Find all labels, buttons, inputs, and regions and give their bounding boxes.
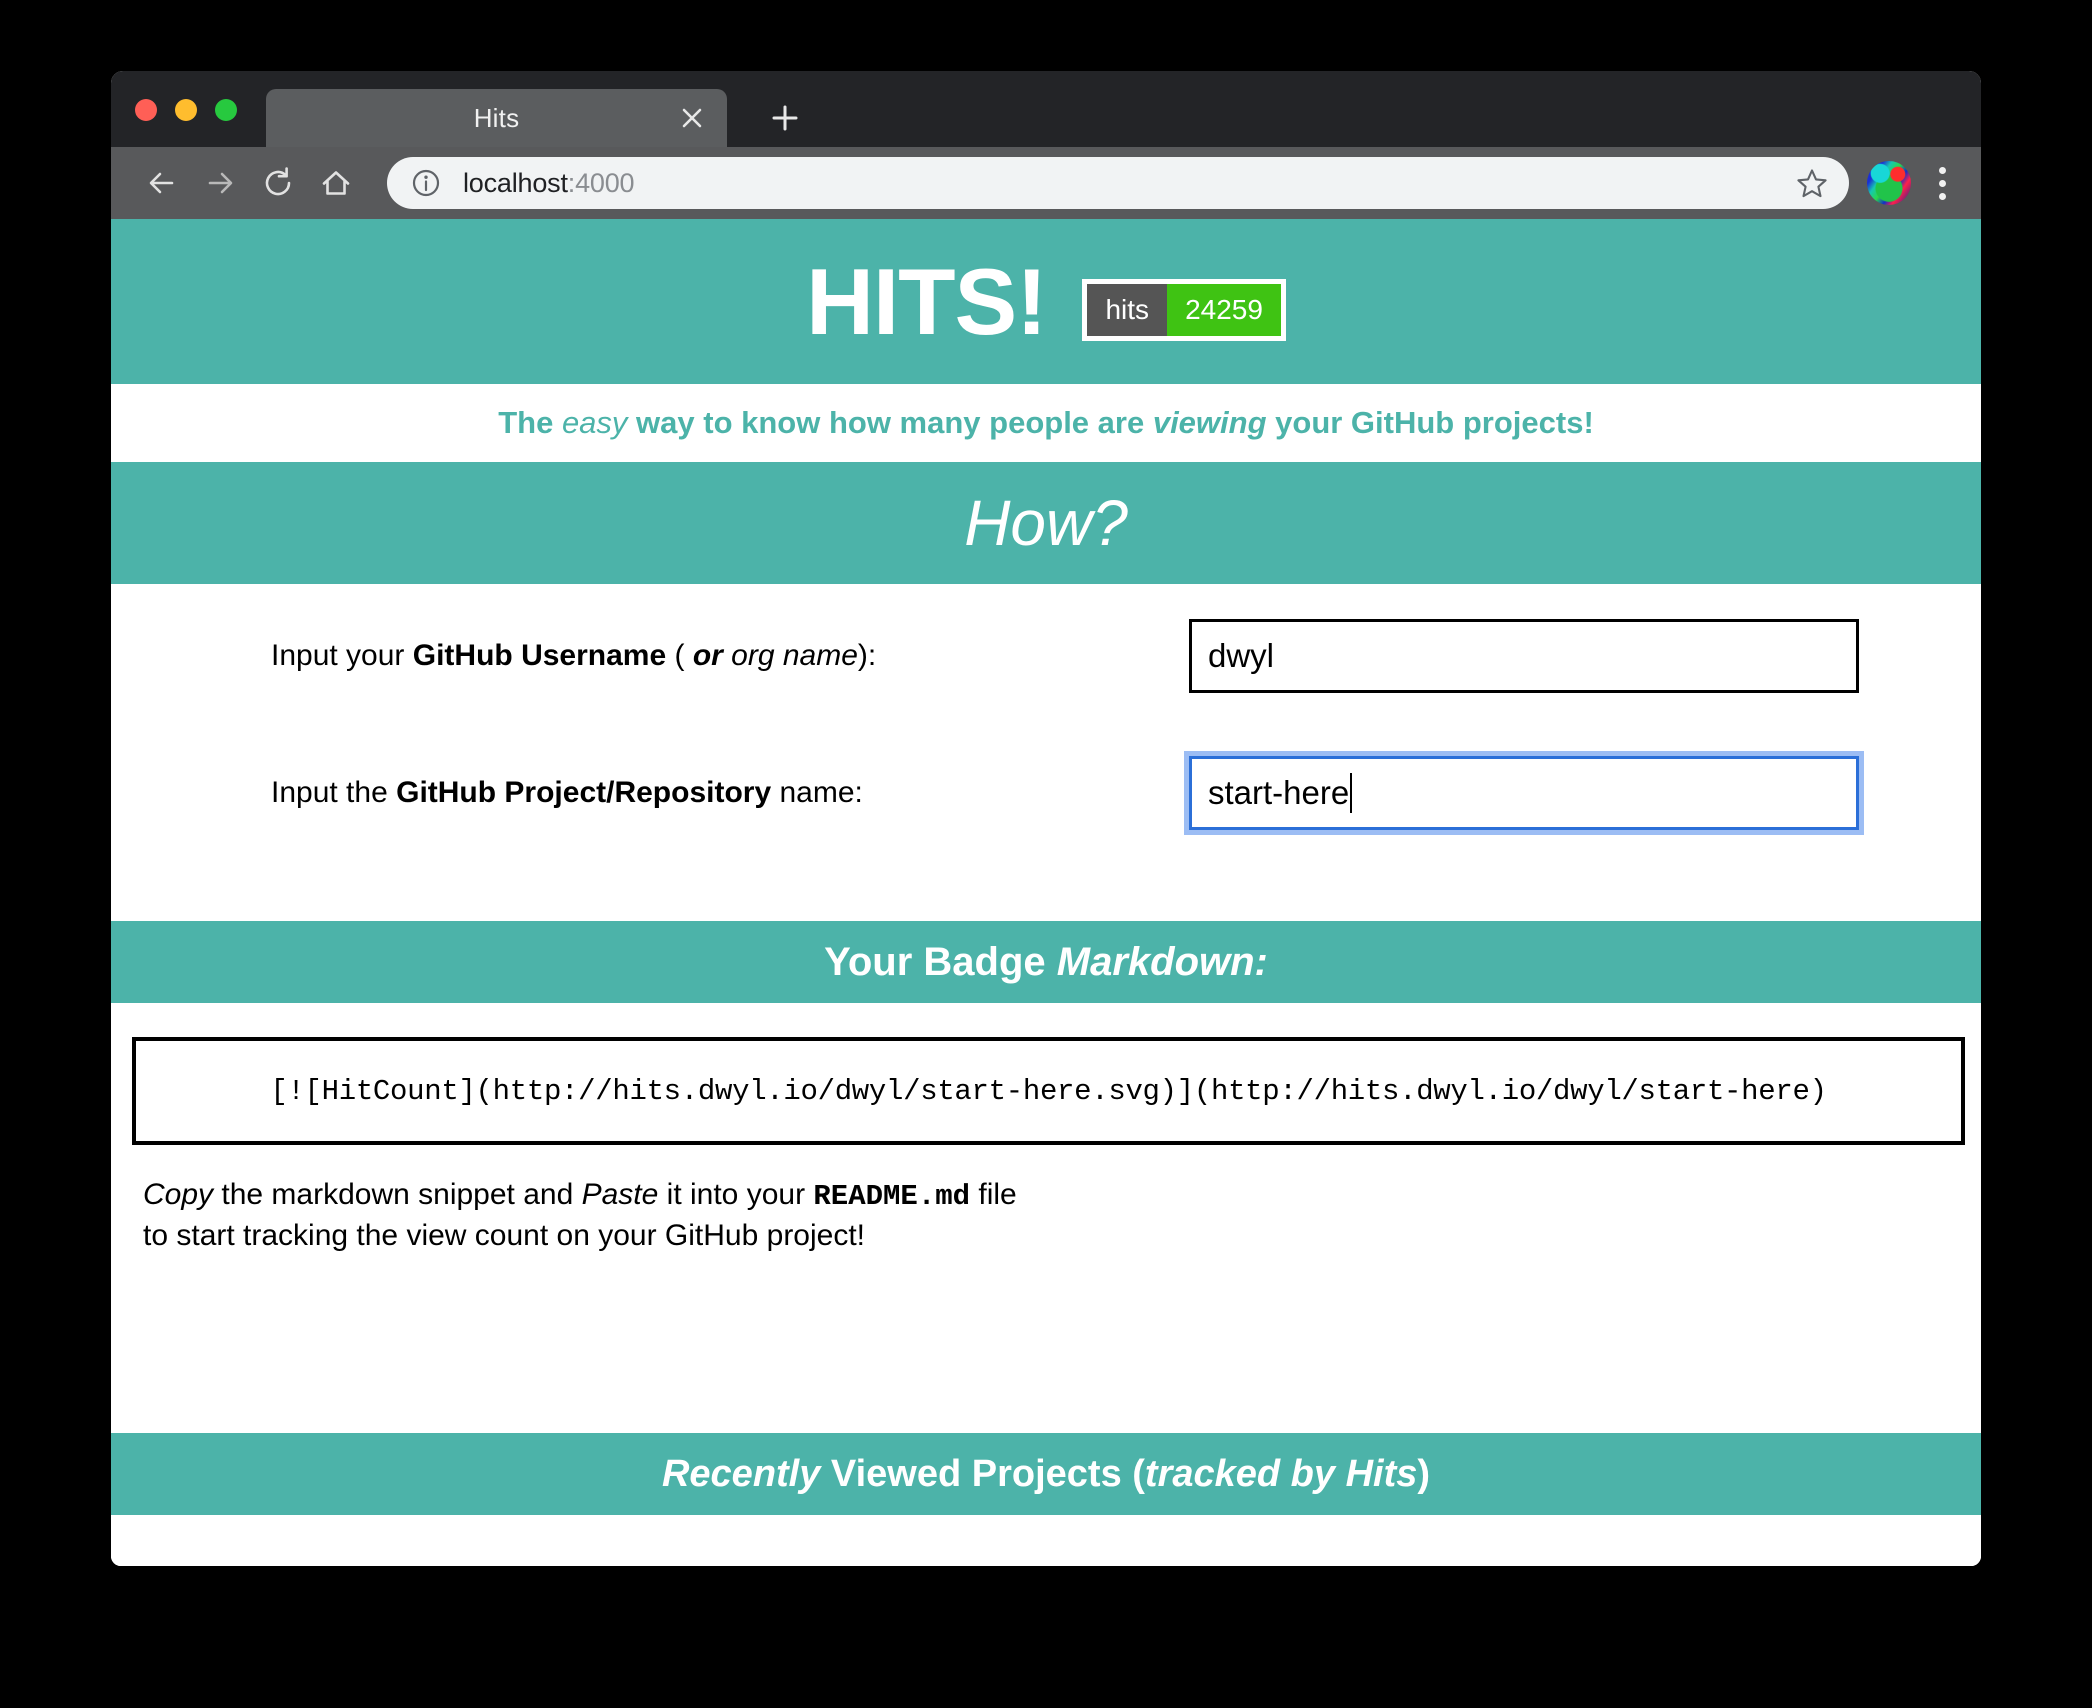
recently-viewed-title: Recently Viewed Projects (tracked by Hit… — [662, 1453, 1430, 1496]
repository-label-bold: GitHub Project/Repository — [396, 776, 772, 809]
repository-label-part-2: name: — [771, 776, 863, 809]
tagline-bolditalic-viewing: viewing — [1152, 405, 1267, 440]
username-label-part-2: ( — [666, 639, 693, 672]
snippet-help-line-1: Copy the markdown snippet and Paste it i… — [143, 1175, 1017, 1216]
reload-icon[interactable] — [249, 154, 307, 212]
tab-title: Hits — [473, 102, 520, 133]
menu-dot — [1938, 179, 1946, 187]
snippet-help-readme-filename: README.md — [813, 1180, 971, 1213]
tagline-band: The easy way to know how many people are… — [111, 384, 1981, 462]
close-window-button[interactable] — [135, 99, 157, 121]
username-label-bolditalic: or — [692, 639, 723, 672]
browser-toolbar: localhost:4000 — [111, 147, 1981, 219]
window-traffic-lights — [135, 99, 237, 121]
username-label: Input your GitHub Username ( or org name… — [271, 639, 876, 673]
username-label-part-1: Input your — [271, 639, 413, 672]
how-title: How? — [964, 487, 1128, 559]
tagline-italic-easy: easy — [561, 405, 628, 440]
markdown-snippet-box[interactable]: [![HitCount](http://hits.dwyl.io/dwyl/st… — [132, 1037, 1965, 1145]
repository-label: Input the GitHub Project/Repository name… — [271, 776, 863, 810]
recently-viewed-header: Recently Viewed Projects (tracked by Hit… — [111, 1433, 1981, 1515]
recently-viewed-italic-2: tracked by Hits — [1144, 1452, 1418, 1495]
text-cursor — [1350, 773, 1353, 813]
markdown-snippet-text: [![HitCount](http://hits.dwyl.io/dwyl/st… — [270, 1074, 1827, 1108]
menu-dot — [1938, 166, 1946, 174]
form-row-repository: Input the GitHub Project/Repository name… — [111, 756, 1981, 830]
snippet-help-italic-copy: Copy — [143, 1178, 214, 1211]
profile-avatar[interactable] — [1867, 161, 1911, 205]
tagline-part-1: The — [498, 405, 562, 440]
snippet-help-part-3: file — [970, 1178, 1017, 1211]
url-host: localhost — [463, 167, 568, 198]
badge-markdown-title: Your Badge Markdown: — [824, 940, 1268, 985]
arrow-right-icon[interactable] — [191, 154, 249, 212]
url-port: :4000 — [567, 167, 635, 198]
snippet-help-italic-paste: Paste — [581, 1178, 659, 1211]
hero-banner: HITS! hits 24259 — [111, 219, 1981, 384]
three-dots-icon[interactable] — [1917, 157, 1967, 209]
username-label-part-3: ): — [857, 639, 877, 672]
page-footer-spacer — [111, 1515, 1981, 1566]
form-section: Input your GitHub Username ( or org name… — [111, 584, 1981, 921]
github-username-value: dwyl — [1208, 637, 1275, 674]
snippet-help-text: Copy the markdown snippet and Paste it i… — [143, 1175, 1017, 1256]
badge-markdown-title-bolditalic: Markdown: — [1056, 939, 1268, 984]
address-bar[interactable]: localhost:4000 — [387, 157, 1849, 209]
badge-markdown-title-bold: Your Badge — [824, 939, 1057, 984]
minimize-window-button[interactable] — [175, 99, 197, 121]
hits-badge-label: hits — [1087, 283, 1168, 336]
badge-markdown-header: Your Badge Markdown: — [111, 921, 1981, 1003]
star-icon[interactable] — [1795, 166, 1829, 200]
github-repository-value: start-here — [1208, 774, 1350, 811]
page-content: HITS! hits 24259 The easy way to know ho… — [111, 219, 1981, 1566]
snippet-help-line-2: to start tracking the view count on your… — [143, 1219, 866, 1253]
username-label-italic: org name — [722, 639, 858, 672]
username-label-bold: GitHub Username — [412, 639, 667, 672]
info-circle-icon[interactable] — [411, 168, 441, 198]
snippet-help-part-1: the markdown snippet and — [213, 1178, 582, 1211]
repository-label-part-1: Input the — [271, 776, 397, 809]
browser-window: Hits localhost:4000 HITS! hits 24259 The… — [111, 71, 1981, 1566]
tagline-part-3: your GitHub projects! — [1266, 405, 1594, 440]
recently-viewed-part-1: Viewed Projects ( — [820, 1452, 1145, 1495]
maximize-window-button[interactable] — [215, 99, 237, 121]
recently-viewed-part-2: ) — [1417, 1452, 1431, 1495]
how-section-header: How? — [111, 462, 1981, 584]
browser-tab-hits[interactable]: Hits — [266, 89, 727, 147]
close-icon[interactable] — [679, 105, 705, 131]
snippet-help-part-2: it into your — [658, 1178, 814, 1211]
url-text: localhost:4000 — [463, 168, 1795, 199]
page-title: HITS! — [806, 248, 1047, 354]
hits-badge: hits 24259 — [1082, 278, 1286, 341]
menu-dot — [1938, 192, 1946, 200]
home-icon[interactable] — [307, 154, 365, 212]
github-username-input[interactable]: dwyl — [1189, 619, 1859, 693]
browser-tab-strip: Hits — [111, 71, 1981, 147]
recently-viewed-italic-1: Recently — [661, 1452, 821, 1495]
snippet-section: [![HitCount](http://hits.dwyl.io/dwyl/st… — [111, 1003, 1981, 1433]
arrow-left-icon[interactable] — [133, 154, 191, 212]
tagline-part-2: way to know how many people are — [627, 405, 1153, 440]
hits-badge-count: 24259 — [1167, 283, 1281, 336]
tagline: The easy way to know how many people are… — [498, 405, 1594, 441]
github-repository-input[interactable]: start-here — [1189, 756, 1859, 830]
plus-icon[interactable] — [759, 93, 811, 143]
